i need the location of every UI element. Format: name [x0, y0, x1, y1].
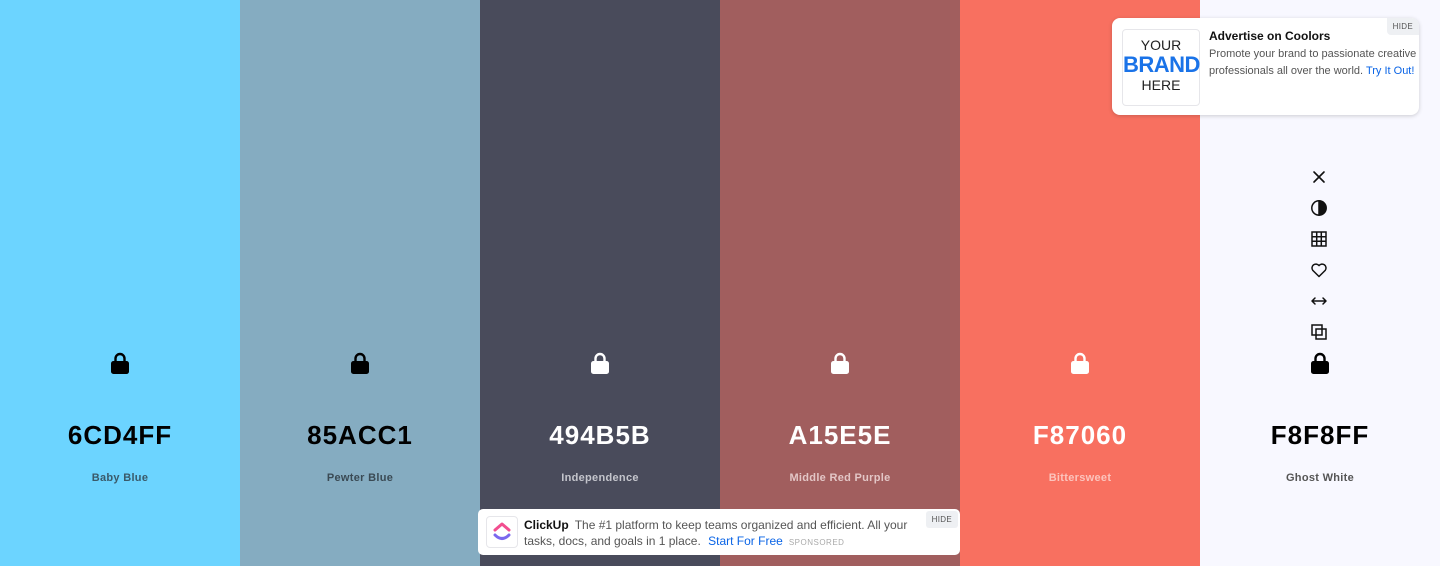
- shades-grid-icon[interactable]: [1306, 226, 1332, 252]
- try-it-out-link[interactable]: Try It Out!: [1366, 65, 1415, 77]
- swatch-name: Baby Blue: [91, 472, 149, 484]
- swatch-name: Bittersweet: [1048, 472, 1112, 484]
- swatch-name: Middle Red Purple: [789, 472, 891, 484]
- copy-icon[interactable]: [1306, 319, 1332, 345]
- swatch-hex[interactable]: F87060: [960, 420, 1200, 451]
- swatch-name: Pewter Blue: [326, 472, 394, 484]
- sponsor-brand: ClickUp: [524, 518, 569, 532]
- start-for-free-link[interactable]: Start For Free: [708, 534, 783, 548]
- swatch-3[interactable]: 494B5B Independence: [480, 0, 720, 566]
- ad-body: Promote your brand to passionate creativ…: [1209, 46, 1419, 80]
- advertise-banner: YOUR BRAND HERE Advertise on Coolors Pro…: [1112, 18, 1419, 115]
- swatch-hex[interactable]: 85ACC1: [240, 420, 480, 451]
- clickup-logo-icon: [486, 516, 518, 548]
- lock-icon[interactable]: [1310, 351, 1330, 375]
- logo-line-2: BRAND: [1123, 52, 1200, 77]
- swatch-toolbar: [1306, 164, 1332, 350]
- swatch-2[interactable]: 85ACC1 Pewter Blue: [240, 0, 480, 566]
- logo-line-3: HERE: [1141, 77, 1181, 93]
- lock-icon[interactable]: [1070, 351, 1090, 375]
- hide-ad-button[interactable]: HIDE: [1386, 18, 1419, 35]
- sponsored-banner: ClickUp The #1 platform to keep teams org…: [478, 509, 960, 555]
- lock-icon[interactable]: [350, 351, 370, 375]
- contrast-icon[interactable]: [1306, 195, 1332, 221]
- close-icon[interactable]: [1306, 164, 1332, 190]
- lock-icon[interactable]: [590, 351, 610, 375]
- drag-arrows-icon[interactable]: [1306, 288, 1332, 314]
- swatch-4[interactable]: A15E5E Middle Red Purple: [720, 0, 960, 566]
- sponsored-text: ClickUp The #1 platform to keep teams org…: [524, 517, 920, 551]
- lock-icon[interactable]: [830, 351, 850, 375]
- ad-title: Advertise on Coolors: [1209, 29, 1331, 43]
- swatch-1[interactable]: 6CD4FF Baby Blue: [0, 0, 240, 566]
- logo-line-1: YOUR: [1140, 37, 1182, 53]
- lock-icon[interactable]: [110, 351, 130, 375]
- sponsored-label: SPONSORED: [788, 538, 845, 547]
- hide-sponsored-button[interactable]: HIDE: [925, 511, 958, 528]
- swatch-name: Independence: [561, 472, 639, 484]
- brand-logo: YOUR BRAND HERE: [1122, 29, 1200, 106]
- swatch-hex[interactable]: F8F8FF: [1200, 420, 1440, 451]
- swatch-hex[interactable]: A15E5E: [720, 420, 960, 451]
- swatch-hex[interactable]: 6CD4FF: [0, 420, 240, 451]
- heart-icon[interactable]: [1306, 257, 1332, 283]
- swatch-name: Ghost White: [1285, 472, 1355, 484]
- swatch-hex[interactable]: 494B5B: [480, 420, 720, 451]
